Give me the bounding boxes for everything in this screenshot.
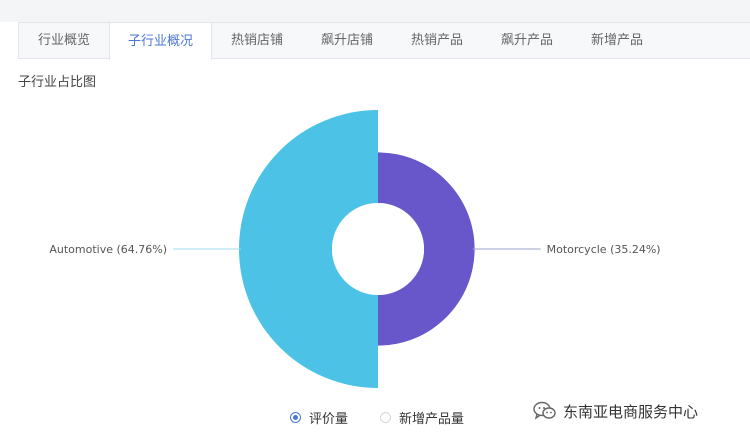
radio-unchecked-icon [380,411,391,423]
watermark: 东南亚电商服务中心 [533,399,698,423]
wechat-icon [533,401,556,420]
legend-label: 新增产品量 [399,411,465,427]
pie-label-motorcycle: Motorcycle (35.24%) [547,243,661,256]
sub-industry-pie-chart: Automotive (64.76%) Motorcycle (35.24%) [49,110,661,389]
radio-checked-icon [290,411,301,423]
legend-item-review-count[interactable]: 评价量 [290,406,348,428]
watermark-text: 东南亚电商服务中心 [563,402,699,421]
legend-label: 评价量 [309,411,349,427]
pie-label-automotive: Automotive (64.76%) [49,243,167,256]
legend-item-new-product-count[interactable]: 新增产品量 [380,406,464,428]
donut-hole [332,203,424,295]
